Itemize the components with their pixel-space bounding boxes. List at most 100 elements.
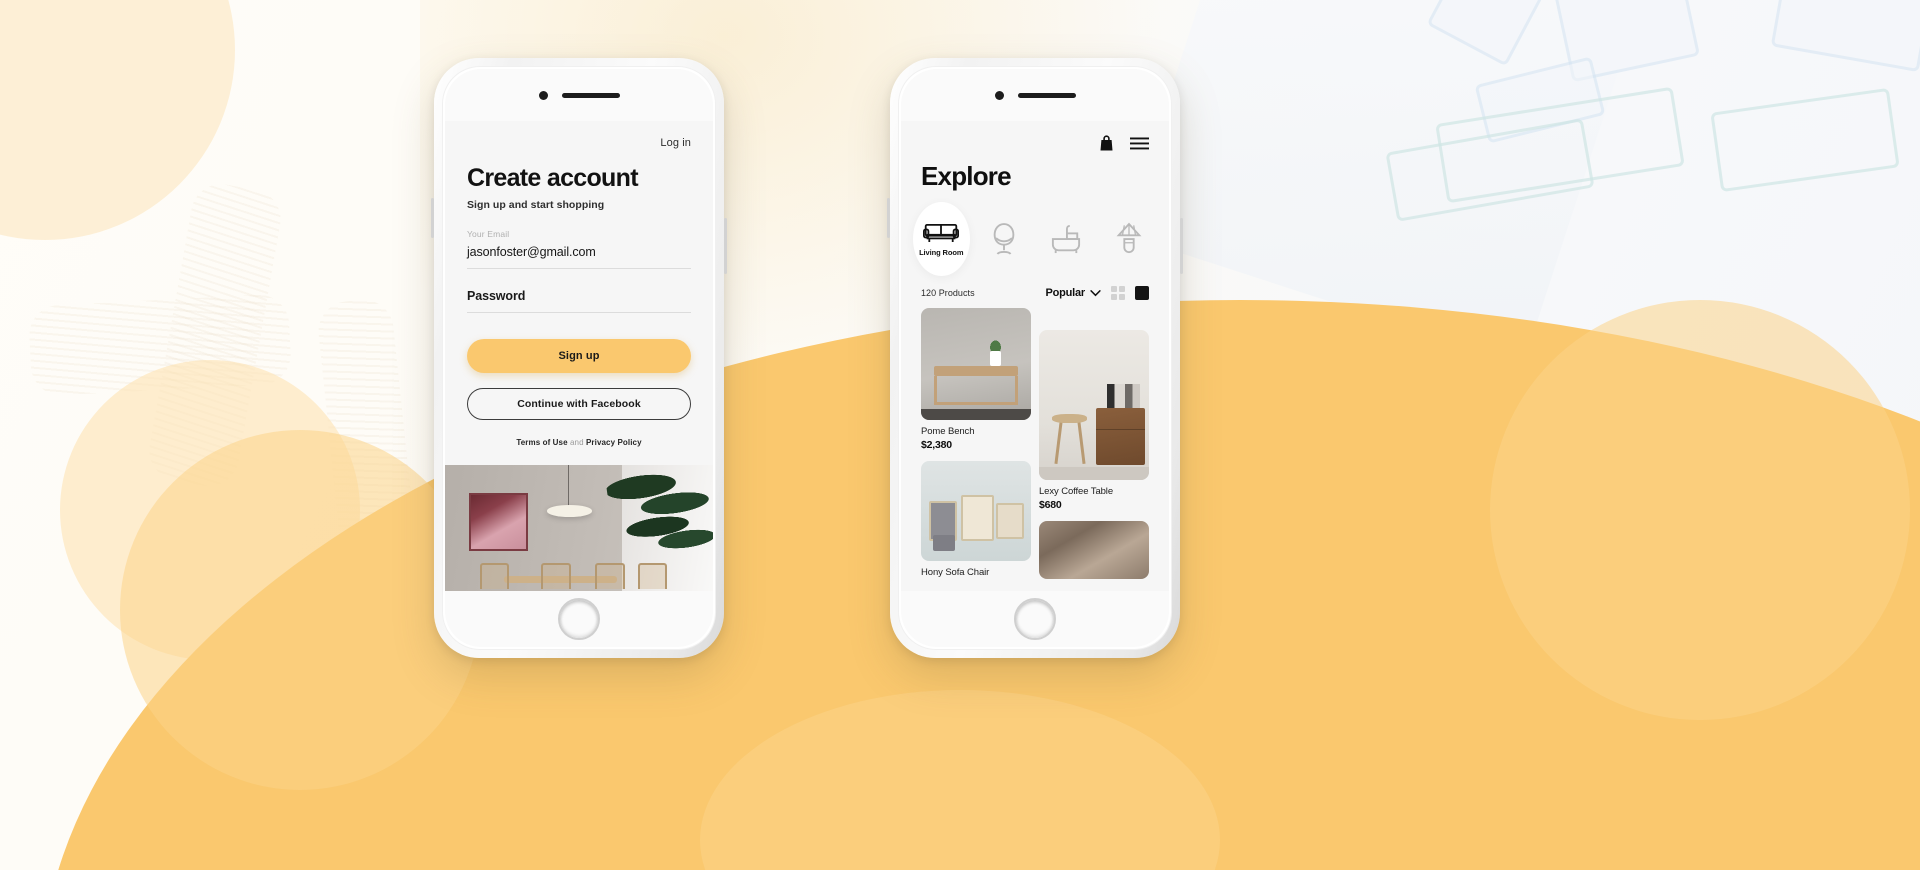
bg-blue-sheet-2 <box>1770 0 1920 73</box>
thumb-floor <box>921 408 1031 420</box>
phone-right: Explore Living Room 120 Products Popular… <box>887 58 1183 658</box>
grid-view-button[interactable] <box>1111 286 1125 300</box>
power-button[interactable] <box>724 218 727 274</box>
sort-label: Popular <box>1045 287 1085 299</box>
terms-of-use-link[interactable]: Terms of Use <box>516 438 567 447</box>
grid-cell <box>1111 294 1117 300</box>
explore-header-icons <box>921 135 1149 151</box>
grid-cell <box>1111 286 1117 292</box>
yellow-soft-circle-right <box>1490 300 1910 720</box>
page-subtitle: Sign up and start shopping <box>467 199 605 212</box>
thumb-ottoman <box>933 535 956 551</box>
thumb-objects <box>1107 384 1141 408</box>
power-button[interactable] <box>1180 218 1183 274</box>
hero-wall-art <box>469 492 529 551</box>
screen-explore: Explore Living Room 120 Products Popular… <box>901 121 1169 591</box>
hero-palm-plant <box>603 465 713 581</box>
hero-pendant-lamp <box>546 505 593 517</box>
page-title: Create account <box>467 164 639 192</box>
product-price: $2,380 <box>921 439 952 451</box>
email-input[interactable]: jasonfoster@gmail.com <box>467 239 691 270</box>
home-button[interactable] <box>558 598 600 640</box>
grid-cell <box>1119 286 1125 292</box>
front-camera-icon <box>994 90 1004 100</box>
volume-button[interactable] <box>887 198 890 238</box>
password-field-group: Password <box>467 283 691 314</box>
floor-lamp-icon <box>1116 222 1142 253</box>
yellow-soft-circle-left <box>120 430 480 790</box>
product-card-hony-sofa-chair[interactable]: Hony Sofa Chair <box>921 461 1031 578</box>
phone-bottom-bezel <box>901 591 1169 647</box>
product-price: $680 <box>1039 499 1062 511</box>
thumb-bench-legs <box>934 376 1018 406</box>
product-image <box>921 461 1031 561</box>
earpiece-speaker <box>561 92 620 98</box>
legal-conjunction: and <box>569 438 584 448</box>
category-tab-egg-chair[interactable] <box>976 202 1033 276</box>
grid-cell <box>1119 294 1125 300</box>
product-card-partial[interactable] <box>1039 521 1149 579</box>
product-name: Lexy Coffee Table <box>1039 486 1114 497</box>
continue-with-facebook-button[interactable]: Continue with Facebook <box>467 388 691 421</box>
product-card-pome-bench[interactable]: Pome Bench $2,380 <box>921 308 1031 451</box>
bg-teal-sheet-2 <box>1710 87 1900 193</box>
privacy-policy-link[interactable]: Privacy Policy <box>586 438 642 447</box>
home-button[interactable] <box>1014 598 1056 640</box>
sofa-icon <box>923 224 960 242</box>
category-tabs: Living Room <box>901 192 1169 280</box>
login-row: Log in <box>467 121 691 151</box>
hamburger-menu-icon[interactable] <box>1130 137 1149 150</box>
phone-top-bezel <box>901 69 1169 121</box>
hero-chair-1 <box>479 563 510 589</box>
single-view-button[interactable] <box>1135 286 1149 300</box>
phone-top-bezel <box>445 69 713 121</box>
product-name: Hony Sofa Chair <box>921 567 990 578</box>
bathtub-icon <box>1052 224 1081 254</box>
hero-lamp-cord <box>568 465 570 507</box>
filter-bar: 120 Products Popular <box>901 280 1169 308</box>
product-column-right: Lexy Coffee Table $680 <box>1039 308 1149 591</box>
product-column-left: Pome Bench $2,380 Hony Sofa Chair <box>921 308 1031 591</box>
email-field-group: Your Email jasonfoster@gmail.com <box>467 229 691 270</box>
chevron-down-icon <box>1090 289 1101 296</box>
login-link[interactable]: Log in <box>660 137 691 149</box>
thumb-stool-leg-left <box>1054 421 1063 464</box>
phone-bottom-bezel <box>445 591 713 647</box>
shopping-bag-icon[interactable] <box>1099 135 1114 151</box>
explore-header: Explore <box>901 121 1169 192</box>
front-camera-icon <box>538 90 548 100</box>
product-image <box>921 308 1031 420</box>
thumb-floor <box>1039 466 1149 480</box>
thumb-stool-top <box>1052 414 1088 423</box>
phone-left: Log in Create account Sign up and start … <box>431 58 727 658</box>
hero-chair-2 <box>541 563 571 589</box>
email-field-label: Your Email <box>467 229 510 240</box>
hero-interior-image <box>445 465 713 591</box>
screen-create-account: Log in Create account Sign up and start … <box>445 121 713 591</box>
thumb-dresser <box>1096 408 1145 465</box>
page-title: Explore <box>921 161 1012 191</box>
thumb-chair-2 <box>960 495 994 541</box>
thumb-chair-3 <box>995 503 1025 539</box>
thumb-stool-leg-right <box>1077 421 1086 464</box>
category-label: Living Room <box>919 248 964 257</box>
product-image <box>1039 330 1149 480</box>
filter-controls: Popular <box>1045 286 1149 300</box>
category-tab-bathroom[interactable] <box>1038 202 1095 276</box>
product-image <box>1039 521 1149 579</box>
thumb-pot <box>990 350 1002 367</box>
product-name: Pome Bench <box>921 426 975 437</box>
password-input[interactable]: Password <box>467 283 691 314</box>
thumb-dresser-line <box>1096 429 1145 430</box>
signup-button[interactable]: Sign up <box>467 339 691 374</box>
product-list: Pome Bench $2,380 Hony Sofa Chair Lexy C… <box>901 308 1169 591</box>
product-card-lexy-coffee-table[interactable]: Lexy Coffee Table $680 <box>1039 330 1149 511</box>
volume-button[interactable] <box>431 198 434 238</box>
thumb-bench-top <box>934 366 1018 377</box>
sort-dropdown[interactable]: Popular <box>1045 287 1101 299</box>
earpiece-speaker <box>1017 92 1076 98</box>
product-count: 120 Products <box>921 288 975 298</box>
category-tab-lighting[interactable] <box>1101 202 1158 276</box>
category-tab-living-room[interactable]: Living Room <box>913 202 970 276</box>
legal-links: Terms of Use and Privacy Policy <box>467 438 691 447</box>
